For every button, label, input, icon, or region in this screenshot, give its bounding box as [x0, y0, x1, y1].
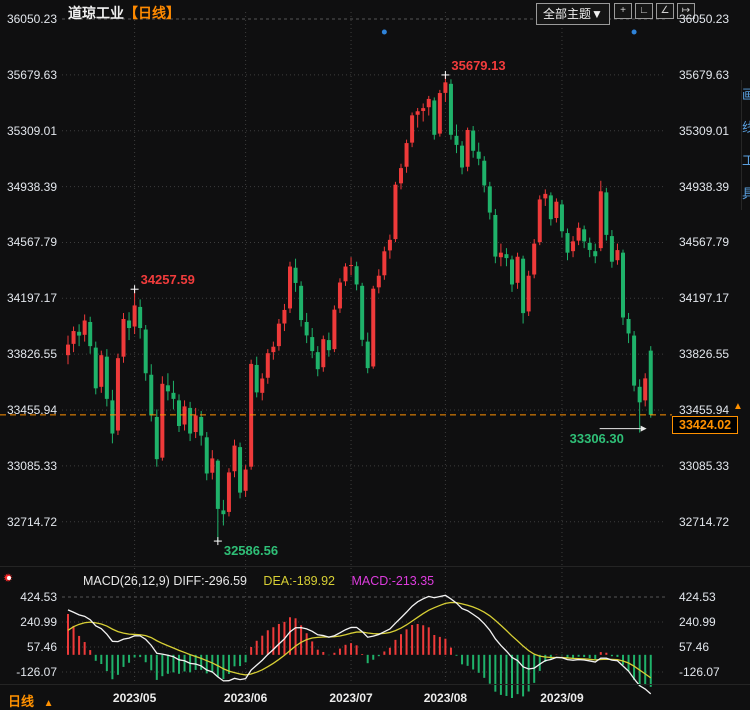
- low-pointer-label: 33306.30: [570, 431, 624, 446]
- symbol-name: 道琼工业: [68, 5, 124, 21]
- y-axis-tick-right: 34938.39: [679, 180, 729, 194]
- macd-axis-tick-left: -126.07: [0, 665, 57, 679]
- scroll-to-latest-marker[interactable]: ▲: [733, 401, 743, 412]
- bottom-period-button[interactable]: 日线 ▲: [8, 691, 54, 710]
- edge-tab-char: 具: [742, 183, 750, 202]
- bottom-period-arrow: ▲: [44, 698, 54, 709]
- y-axis-tick-left: 33455.94: [0, 403, 57, 417]
- macd-axis-tick-left: 57.46: [0, 640, 57, 654]
- chart-canvas[interactable]: [0, 0, 750, 708]
- y-axis-tick-right: 35309.01: [679, 124, 729, 138]
- y-axis-tick-left: 35309.01: [0, 124, 57, 138]
- y-axis-tick-left: 35679.63: [0, 68, 57, 82]
- y-axis-tick-left: 32714.72: [0, 515, 57, 529]
- macd-axis-tick-right: -126.07: [679, 665, 720, 679]
- y-axis-scale-icon[interactable]: ∟: [635, 3, 653, 19]
- right-edge-vertical-tab[interactable]: 画线工具: [741, 80, 750, 210]
- y-axis-tick-left: 33085.33: [0, 459, 57, 473]
- bottom-bar-divider: [0, 684, 750, 685]
- y-axis-tick-left: 36050.23: [0, 12, 57, 26]
- x-axis-date-label: 2023/05: [113, 691, 156, 705]
- y-axis-tick-right: 33455.94: [679, 403, 729, 417]
- macd-axis-tick-right: 57.46: [679, 640, 709, 654]
- y-axis-tick-right: 35679.63: [679, 68, 729, 82]
- x-axis-date-label: 2023/06: [224, 691, 267, 705]
- x-axis-scale-icon[interactable]: ∠: [656, 3, 674, 19]
- y-axis-tick-right: 33826.55: [679, 347, 729, 361]
- macd-axis-tick-left: 240.99: [0, 615, 57, 629]
- x-axis-date-label: 2023/08: [424, 691, 467, 705]
- y-axis-tick-right: 32714.72: [679, 515, 729, 529]
- y-axis-tick-left: 34938.39: [0, 180, 57, 194]
- pane-divider: [0, 566, 750, 567]
- y-axis-tick-right: 36050.23: [679, 12, 729, 26]
- extreme-price-label: 34257.59: [141, 272, 195, 287]
- current-price-tag: 33424.02: [672, 416, 738, 434]
- macd-axis-tick-right: 240.99: [679, 615, 716, 629]
- period-tag: 【日线】: [124, 5, 180, 21]
- extreme-price-label: 35679.13: [451, 58, 505, 73]
- y-axis-tick-left: 34197.17: [0, 291, 57, 305]
- macd-dea-value: DEA:-189.92: [263, 574, 335, 588]
- macd-header: MACD(26,12,9) DIFF:-296.59 DEA:-189.92 M…: [83, 572, 446, 590]
- y-axis-tick-right: 33085.33: [679, 459, 729, 473]
- edge-tab-char: 画: [742, 84, 750, 103]
- edge-tab-char: 工: [742, 150, 750, 169]
- crosshair-icon[interactable]: +: [614, 3, 632, 19]
- y-axis-tick-right: 34197.17: [679, 291, 729, 305]
- chart-title: 道琼工业【日线】: [68, 3, 180, 23]
- bottom-period-label: 日线: [8, 694, 34, 709]
- x-axis-date-label: 2023/09: [540, 691, 583, 705]
- all-themes-dropdown[interactable]: 全部主题▼: [536, 3, 610, 25]
- macd-hist-value: MACD:-213.35: [351, 574, 434, 588]
- indicator-settings-icon[interactable]: ✹: [3, 571, 13, 585]
- macd-axis-tick-left: 424.53: [0, 590, 57, 604]
- y-axis-tick-left: 33826.55: [0, 347, 57, 361]
- edge-tab-char: 线: [742, 117, 750, 136]
- x-axis-date-label: 2023/07: [329, 691, 372, 705]
- macd-axis-tick-right: 424.53: [679, 590, 716, 604]
- y-axis-tick-right: 34567.79: [679, 235, 729, 249]
- y-axis-tick-left: 34567.79: [0, 235, 57, 249]
- macd-name-diff: MACD(26,12,9) DIFF:-296.59: [83, 574, 247, 588]
- extreme-price-label: 32586.56: [224, 543, 278, 558]
